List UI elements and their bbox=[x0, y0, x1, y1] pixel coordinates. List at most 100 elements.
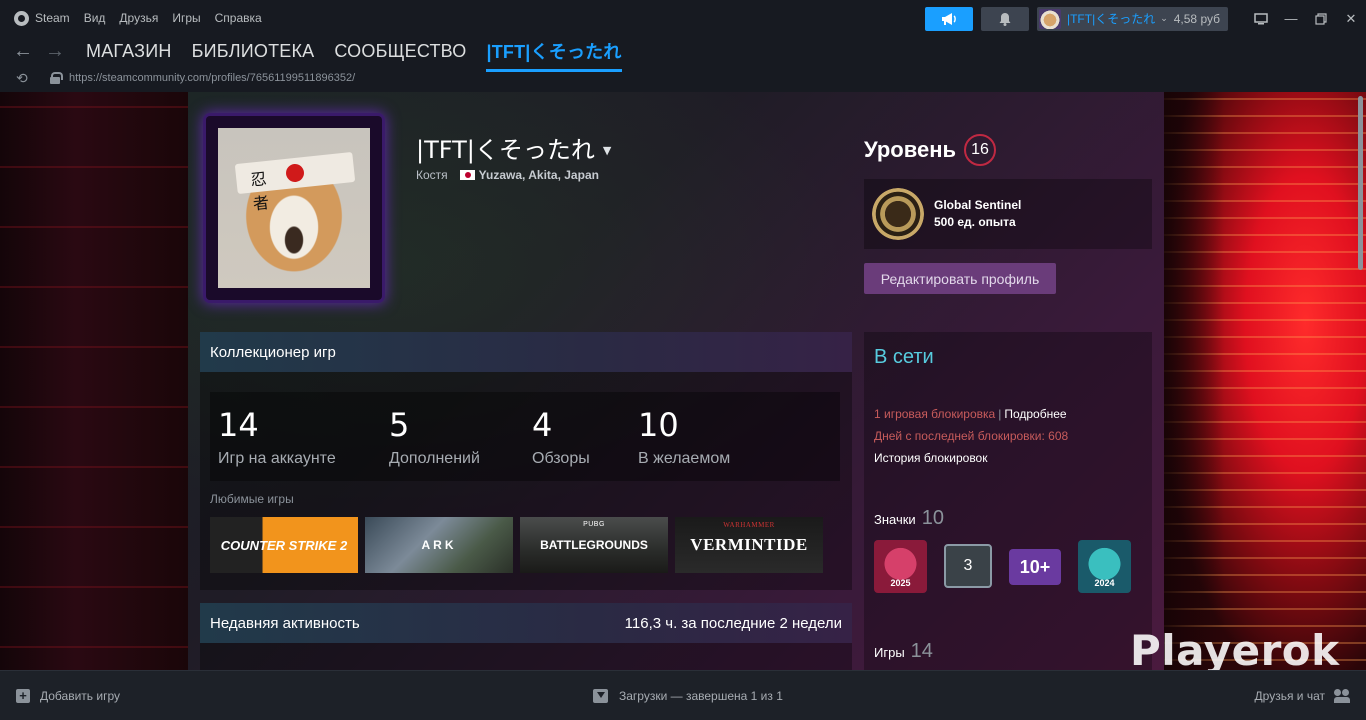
menu-games[interactable]: Игры bbox=[172, 11, 200, 25]
badges-link[interactable]: Значки 10 bbox=[874, 507, 944, 530]
game-capsule-title: BATTLEGROUNDS bbox=[540, 538, 648, 552]
nav-library[interactable]: БИБЛИОТЕКА bbox=[192, 41, 315, 62]
stat-label: Дополнений bbox=[389, 450, 480, 467]
game-collector-showcase: Коллекционер игр 14 Игр на аккаунте 5 До… bbox=[200, 332, 852, 590]
edit-profile-button[interactable]: Редактировать профиль bbox=[864, 263, 1056, 294]
top-right-controls: |TFT|くそったれ ⌄ 4,58 руб — ✕ bbox=[924, 6, 1366, 31]
game-capsule-title: ARK bbox=[421, 538, 457, 552]
game-capsule-subtitle: PUBG bbox=[583, 521, 605, 528]
friends-chat-button[interactable]: Друзья и чат bbox=[1254, 688, 1350, 703]
maximize-button[interactable] bbox=[1306, 7, 1336, 31]
url-text[interactable]: https://steamcommunity.com/profiles/7656… bbox=[69, 72, 355, 84]
friends-label: Друзья и чат bbox=[1254, 688, 1325, 703]
game-capsule-title: VERMINTIDE bbox=[690, 535, 808, 554]
monitor-icon bbox=[1254, 12, 1268, 24]
stat-value: 14 bbox=[218, 406, 259, 444]
avatar bbox=[218, 128, 370, 288]
level-badge[interactable]: 16 bbox=[964, 134, 997, 166]
favorites-label: Любимые игры bbox=[210, 492, 294, 506]
favorite-games: COUNTER STRIKE 2 ARK PUBG BATTLEGROUNDS … bbox=[210, 517, 830, 573]
ban-text: 1 игровая блокировка bbox=[874, 407, 996, 421]
ban-status: 1 игровая блокировка | Подробнее bbox=[874, 407, 1067, 421]
badge-2024-icon[interactable]: 2024 bbox=[1078, 540, 1131, 593]
badge-years-icon[interactable]: 3 bbox=[944, 544, 992, 588]
badges-row: 2025 3 10+ 2024 bbox=[874, 540, 1148, 593]
favorite-game-vermintide[interactable]: WARHAMMER VERMINTIDE bbox=[675, 517, 823, 573]
recent-activity-header: Недавняя активность 116,3 ч. за последни… bbox=[200, 603, 852, 643]
sentinel-badge-icon bbox=[872, 188, 924, 240]
add-game-label: Добавить игру bbox=[40, 688, 120, 703]
level-block: Уровень 16 bbox=[864, 134, 997, 166]
steam-menu-label: Steam bbox=[35, 11, 70, 25]
stat-label: Обзоры bbox=[532, 450, 590, 467]
badge-caption: 10+ bbox=[1019, 556, 1051, 577]
friends-icon bbox=[1334, 688, 1350, 703]
plus-icon: + bbox=[16, 688, 30, 703]
announcements-button[interactable] bbox=[924, 6, 973, 31]
forward-arrow-icon[interactable]: → bbox=[44, 40, 66, 63]
game-capsule-title: COUNTER STRIKE 2 bbox=[220, 537, 348, 553]
chevron-down-icon: ⌄ bbox=[1160, 13, 1168, 23]
close-button[interactable]: ✕ bbox=[1336, 7, 1366, 31]
featured-badge[interactable]: Global Sentinel 500 ед. опыта bbox=[864, 179, 1152, 249]
menu-friends[interactable]: Друзья bbox=[119, 11, 158, 25]
stat-value: 4 bbox=[532, 406, 553, 444]
online-status: В сети bbox=[874, 346, 934, 368]
stat-value: 5 bbox=[389, 406, 410, 444]
recent-activity: Недавняя активность 116,3 ч. за последни… bbox=[200, 603, 852, 670]
badge-caption: 2025 bbox=[890, 578, 911, 588]
bell-icon bbox=[999, 12, 1011, 26]
favorite-game-ark[interactable]: ARK bbox=[365, 517, 513, 573]
url-bar: ⟲ https://steamcommunity.com/profiles/76… bbox=[0, 66, 1366, 90]
menu-help[interactable]: Справка bbox=[215, 11, 262, 25]
downloads-label: Загрузки — завершена 1 из 1 bbox=[619, 688, 783, 703]
badge-2025-icon[interactable]: 2025 bbox=[874, 540, 927, 593]
stat-reviews[interactable]: 4 Обзоры bbox=[532, 392, 590, 468]
recent-hours: 116,3 ч. за последние 2 недели bbox=[624, 614, 842, 632]
back-arrow-icon[interactable]: ← bbox=[12, 40, 34, 63]
page-scrollbar[interactable] bbox=[1358, 96, 1363, 270]
add-game-button[interactable]: + Добавить игру bbox=[16, 688, 120, 703]
stat-value: 10 bbox=[638, 406, 679, 444]
stat-games[interactable]: 14 Игр на аккаунте bbox=[218, 392, 336, 468]
minimize-button[interactable]: — bbox=[1276, 7, 1306, 31]
background-shade bbox=[1164, 92, 1224, 670]
badges-count: 10 bbox=[921, 507, 944, 529]
steam-menu[interactable]: Steam bbox=[14, 10, 70, 26]
ban-history-link[interactable]: История блокировок bbox=[874, 451, 987, 465]
stat-dlc[interactable]: 5 Дополнений bbox=[389, 392, 480, 468]
lock-icon bbox=[50, 72, 63, 84]
featured-badge-text: Global Sentinel 500 ед. опыта bbox=[934, 197, 1021, 231]
download-icon bbox=[593, 688, 608, 703]
avatar-frame bbox=[206, 116, 382, 300]
games-link[interactable]: Игры 14 bbox=[874, 640, 933, 663]
notifications-button[interactable] bbox=[980, 6, 1029, 31]
stat-label: В желаемом bbox=[638, 450, 731, 467]
favorite-game-cs2[interactable]: COUNTER STRIKE 2 bbox=[210, 517, 358, 573]
badge-games-icon[interactable]: 10+ bbox=[1009, 549, 1061, 585]
games-count: 14 bbox=[910, 640, 933, 662]
downloads-status[interactable]: Загрузки — завершена 1 из 1 bbox=[593, 688, 783, 703]
badge-xp: 500 ед. опыта bbox=[934, 215, 1016, 229]
ban-more-link[interactable]: Подробнее bbox=[1004, 407, 1066, 421]
recent-activity-title: Недавняя активность bbox=[210, 614, 360, 632]
playerok-watermark: Playerok bbox=[1130, 626, 1340, 675]
nav-store[interactable]: МАГАЗИН bbox=[86, 41, 172, 62]
stat-label: Игр на аккаунте bbox=[218, 450, 336, 467]
game-capsule-subtitle: WARHAMMER bbox=[723, 521, 775, 529]
badge-caption: 2024 bbox=[1094, 578, 1115, 588]
menu-bar: Steam Вид Друзья Игры Справка |TFT|くそったれ… bbox=[0, 0, 1366, 36]
profile-right-column: В сети 1 игровая блокировка | Подробнее Дн… bbox=[864, 332, 1152, 670]
menu-view[interactable]: Вид bbox=[84, 11, 106, 25]
restore-icon bbox=[1315, 12, 1327, 25]
big-picture-button[interactable] bbox=[1246, 7, 1276, 31]
persona-name[interactable]: |TFT|くそったれ ▼ bbox=[416, 130, 611, 165]
reload-icon[interactable]: ⟲ bbox=[16, 70, 34, 87]
profile-subtitle: Костя Yuzawa, Akita, Japan bbox=[416, 168, 599, 182]
showcase-title: Коллекционер игр bbox=[200, 332, 852, 372]
account-avatar bbox=[1038, 8, 1061, 29]
stat-wishlist[interactable]: 10 В желаемом bbox=[638, 392, 730, 468]
nav-community[interactable]: СООБЩЕСТВО bbox=[334, 41, 466, 62]
account-menu[interactable]: |TFT|くそったれ ⌄ 4,58 руб bbox=[1036, 6, 1228, 31]
favorite-game-pubg[interactable]: PUBG BATTLEGROUNDS bbox=[520, 517, 668, 573]
